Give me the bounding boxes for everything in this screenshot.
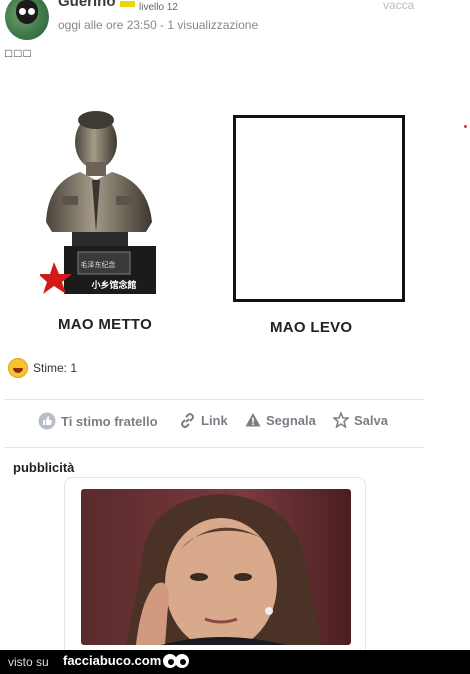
link-label: Link <box>201 413 228 428</box>
stima-label: Ti stimo fratello <box>61 413 158 429</box>
post-meta: oggi alle ore 23:50 - 1 visualizzazione <box>58 18 259 32</box>
stamp-text: 毛泽东纪念 <box>81 260 116 269</box>
post-card: Guerino livello 12 oggi alle ore 23:50 -… <box>0 0 424 650</box>
empty-frame <box>233 115 405 302</box>
red-dot <box>464 125 467 128</box>
user-avatar[interactable] <box>5 0 49 40</box>
link-button[interactable]: Link <box>179 412 228 429</box>
footer-brand-link[interactable]: facciabuco.com <box>63 653 161 668</box>
watermark-text: 小乡馆念館 <box>90 279 136 290</box>
footer-visto-label: visto su <box>8 655 49 669</box>
right-caption: MAO LEVO <box>270 319 353 336</box>
dog-avatar-icon <box>16 0 38 24</box>
ad-photo-image[interactable] <box>81 489 351 645</box>
salva-label: Salva <box>354 412 388 428</box>
facciabuco-logo-icon <box>163 654 189 668</box>
action-bar: Ti stimo fratello Link Segnala Salva <box>0 412 424 434</box>
post-text: □□□ <box>5 46 33 60</box>
warning-icon <box>245 413 261 427</box>
divider <box>4 399 424 400</box>
laughing-emoji-icon <box>8 358 28 378</box>
bust-statue-image: 毛泽东纪念 小乡馆念館 <box>38 110 158 302</box>
link-icon <box>181 413 194 428</box>
stima-button[interactable]: Ti stimo fratello <box>38 412 158 430</box>
star-icon <box>333 412 349 428</box>
thumb-icon <box>38 412 56 430</box>
username-link[interactable]: Guerino <box>58 0 116 10</box>
left-caption: MAO METTO <box>58 316 153 333</box>
stime-label: Stime: 1 <box>33 361 78 375</box>
page-right-strip <box>424 0 470 650</box>
ad-title: pubblicità <box>13 460 75 475</box>
corner-text: vacca <box>383 0 415 12</box>
segnala-label: Segnala <box>266 412 316 428</box>
divider <box>4 447 424 448</box>
footer-bar: visto su facciabuco.com <box>0 650 470 674</box>
salva-button[interactable]: Salva <box>333 412 388 428</box>
level-badge-icon <box>120 1 135 7</box>
segnala-button[interactable]: Segnala <box>245 412 316 428</box>
level-label: livello 12 <box>139 2 178 13</box>
stime-count[interactable]: Stime: 1 <box>8 358 77 378</box>
